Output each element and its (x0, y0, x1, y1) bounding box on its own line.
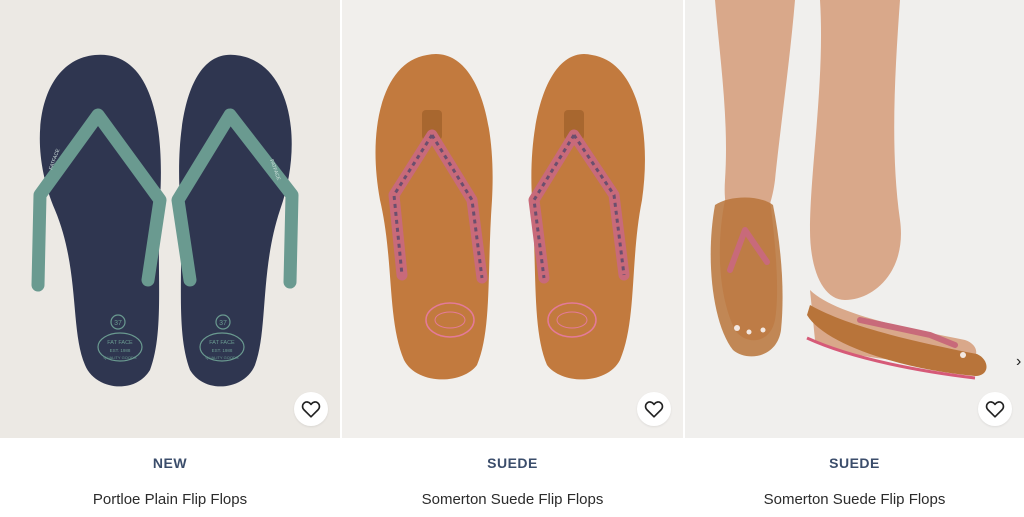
heart-outline-icon (301, 401, 321, 418)
product-image[interactable] (342, 0, 683, 438)
product-badge: SUEDE (829, 455, 880, 471)
wishlist-button[interactable] (294, 392, 328, 426)
product-name-link[interactable]: Portloe Plain Flip Flops (0, 491, 340, 508)
product-name-link[interactable]: Somerton Suede Flip Flops (342, 491, 683, 508)
product-card[interactable]: › SUEDE Somerton Suede Flip Flops (685, 0, 1024, 517)
wishlist-button[interactable] (637, 392, 671, 426)
product-badge: SUEDE (487, 455, 538, 471)
product-name-link[interactable]: Somerton Suede Flip Flops (685, 491, 1024, 508)
product-badge: NEW (152, 455, 188, 471)
flip-flops-navy-illustration: 37 FAT FACE EST. 1988 QUALITY GOODS 37 F… (0, 0, 340, 438)
wishlist-button[interactable] (978, 392, 1012, 426)
sole-logo-sub-left: QUALITY GOODS (103, 355, 136, 360)
sole-logo-est-left: EST. 1988 (110, 348, 131, 353)
heart-outline-icon (644, 401, 664, 418)
sole-logo-est-right: EST. 1988 (212, 348, 233, 353)
size-stamp-left: 37 (114, 320, 122, 327)
sole-logo-sub-right: QUALITY GOODS (205, 355, 238, 360)
product-card[interactable]: 37 FAT FACE EST. 1988 QUALITY GOODS 37 F… (0, 0, 340, 517)
flip-flops-tan-illustration (342, 0, 683, 438)
product-image[interactable]: 37 FAT FACE EST. 1988 QUALITY GOODS 37 F… (0, 0, 340, 438)
sole-logo-left: FAT FACE (107, 340, 133, 346)
product-card[interactable]: SUEDE Somerton Suede Flip Flops (342, 0, 683, 517)
sole-logo-right: FAT FACE (209, 340, 235, 346)
chevron-right-icon[interactable]: › (1016, 352, 1024, 372)
product-image[interactable]: › (685, 0, 1024, 438)
model-wearing-flip-flops-illustration (685, 0, 1024, 438)
product-grid: 37 FAT FACE EST. 1988 QUALITY GOODS 37 F… (0, 0, 1024, 517)
heart-outline-icon (985, 401, 1005, 418)
size-stamp-right: 37 (219, 320, 227, 327)
